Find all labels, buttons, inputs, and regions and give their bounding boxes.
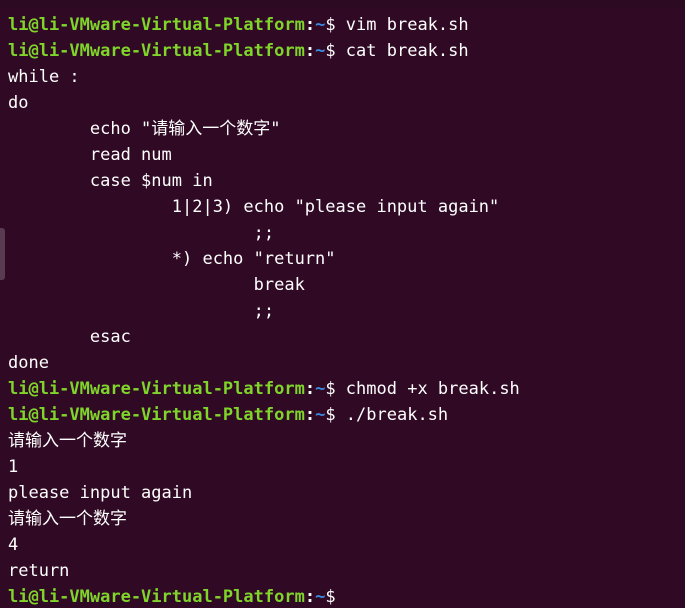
output-line: return xyxy=(8,561,70,581)
prompt-symbol: $ xyxy=(325,41,346,61)
output-line: ;; xyxy=(8,301,275,321)
prompt-user-host: li@li-VMware-Virtual-Platform xyxy=(8,41,305,61)
prompt-separator: : xyxy=(304,405,316,425)
output-line: 1|2|3) echo "please input again" xyxy=(8,197,500,217)
command-text: chmod +x break.sh xyxy=(345,379,520,399)
output-line: 1 xyxy=(8,457,19,477)
text-cursor xyxy=(346,587,355,605)
active-prompt-line[interactable]: li@li-VMware-Virtual-Platform:~$ xyxy=(8,584,685,608)
prompt-path: ~ xyxy=(315,15,326,35)
prompt-line: li@li-VMware-Virtual-Platform:~$ vim bre… xyxy=(8,12,685,38)
prompt-separator: : xyxy=(304,41,316,61)
output-line: 请输入一个数字 xyxy=(8,509,127,529)
terminal-output[interactable]: li@li-VMware-Virtual-Platform:~$ vim bre… xyxy=(8,12,685,608)
output-line: 4 xyxy=(8,535,19,555)
output-line: break xyxy=(8,275,305,295)
prompt-symbol: $ xyxy=(325,587,346,607)
prompt-separator: : xyxy=(304,15,316,35)
output-line: echo "请输入一个数字" xyxy=(8,119,281,139)
prompt-symbol: $ xyxy=(325,405,346,425)
prompt-user-host: li@li-VMware-Virtual-Platform xyxy=(8,379,305,399)
prompt-line: li@li-VMware-Virtual-Platform:~$ ./break… xyxy=(8,402,685,428)
output-line: case $num in xyxy=(8,171,213,191)
output-line: 请输入一个数字 xyxy=(8,431,127,451)
prompt-path: ~ xyxy=(315,587,326,607)
output-line: ;; xyxy=(8,223,275,243)
prompt-separator: : xyxy=(304,379,316,399)
prompt-path: ~ xyxy=(315,405,326,425)
scrollbar-thumb[interactable] xyxy=(0,228,5,280)
output-line: read num xyxy=(8,145,172,165)
prompt-separator: : xyxy=(304,587,316,607)
output-line: *) echo "return" xyxy=(8,249,336,269)
prompt-user-host: li@li-VMware-Virtual-Platform xyxy=(8,405,305,425)
prompt-path: ~ xyxy=(315,41,326,61)
prompt-line: li@li-VMware-Virtual-Platform:~$ chmod +… xyxy=(8,376,685,402)
output-line: while : xyxy=(8,67,80,87)
prompt-symbol: $ xyxy=(325,379,346,399)
prompt-line: li@li-VMware-Virtual-Platform:~$ cat bre… xyxy=(8,38,685,64)
command-text: vim break.sh xyxy=(345,15,469,35)
output-line: esac xyxy=(8,327,131,347)
prompt-symbol: $ xyxy=(325,15,346,35)
command-text: ./break.sh xyxy=(345,405,449,425)
prompt-user-host: li@li-VMware-Virtual-Platform xyxy=(8,587,305,607)
output-line: done xyxy=(8,353,49,373)
command-text: cat break.sh xyxy=(345,41,469,61)
prompt-path: ~ xyxy=(315,379,326,399)
output-line: do xyxy=(8,93,29,113)
prompt-user-host: li@li-VMware-Virtual-Platform xyxy=(8,15,305,35)
output-line: please input again xyxy=(8,483,193,503)
window-top-edge xyxy=(0,0,685,8)
